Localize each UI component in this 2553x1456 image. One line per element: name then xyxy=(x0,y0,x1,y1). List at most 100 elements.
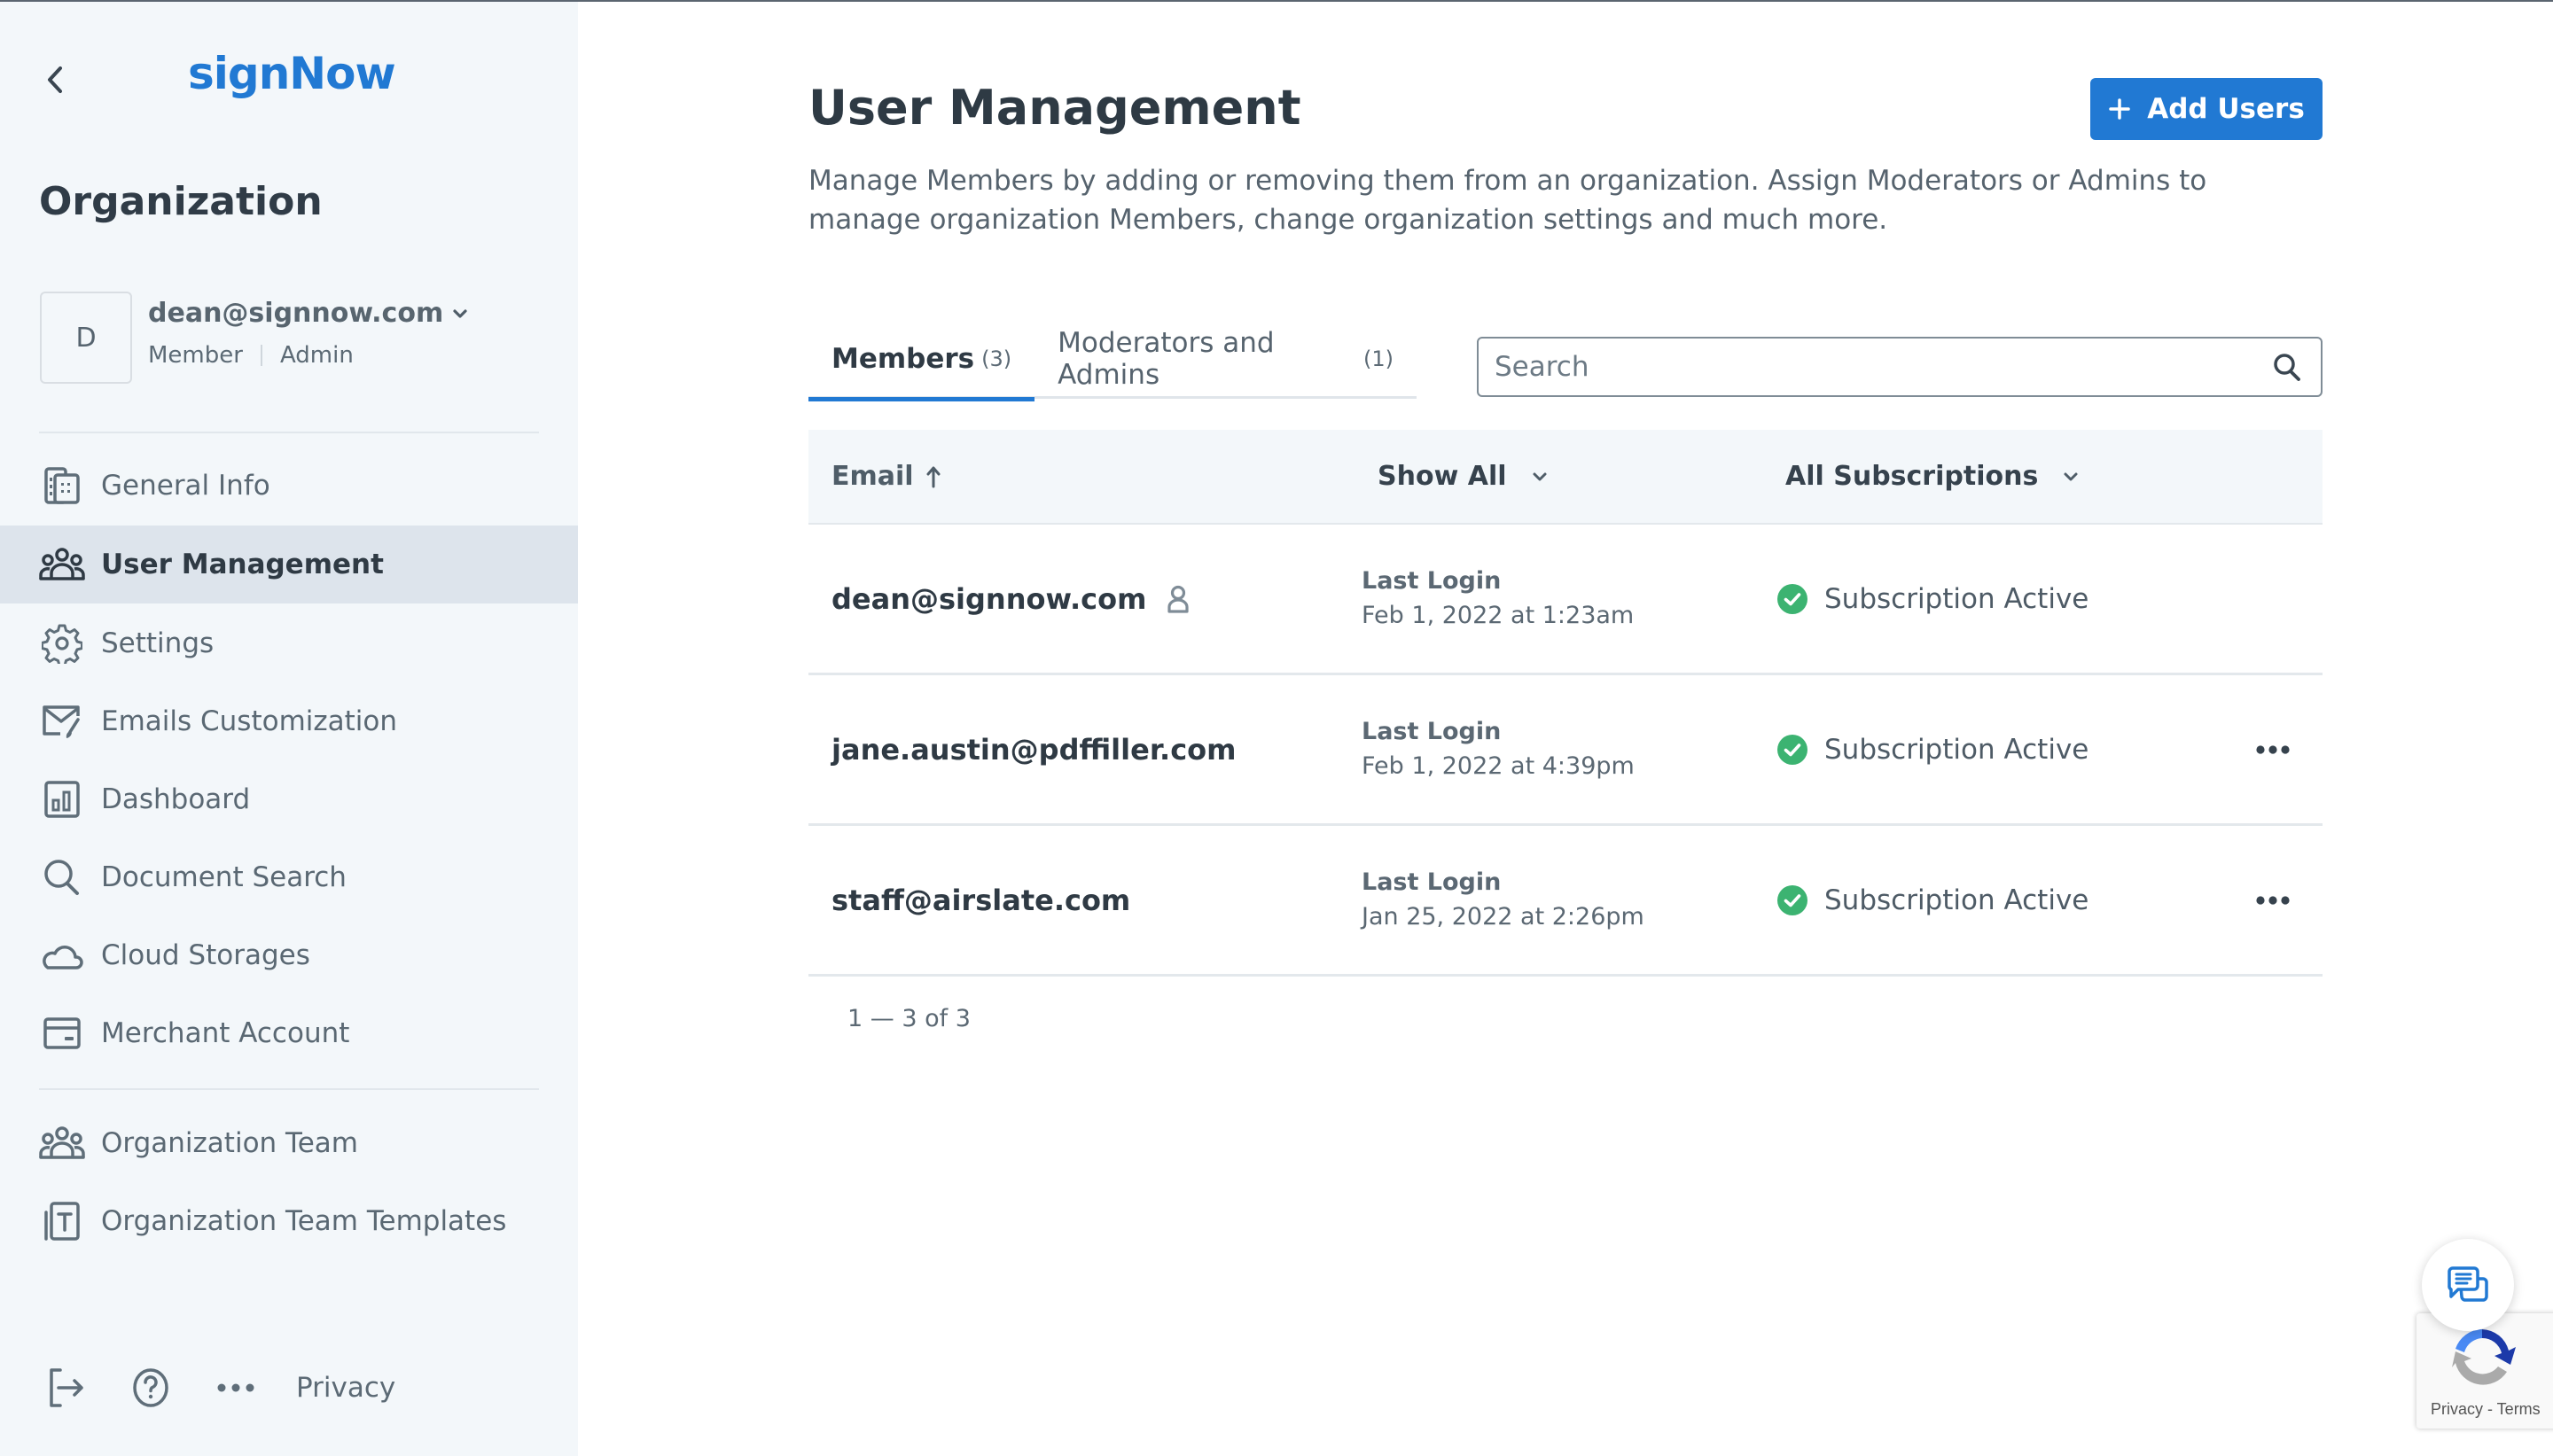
tab-count: (3) xyxy=(981,346,1012,371)
table-header: Email Show All All Subscriptions xyxy=(808,430,2323,525)
avatar: D xyxy=(40,292,132,384)
sidebar-item-dashboard[interactable]: Dashboard xyxy=(0,760,578,838)
sort-email-header[interactable]: Email xyxy=(831,430,942,523)
logout-button[interactable] xyxy=(39,1361,92,1414)
sidebar-item-label: Cloud Storages xyxy=(101,939,310,971)
last-login-date: Jan 25, 2022 at 2:26pm xyxy=(1362,903,1644,930)
tab-members[interactable]: Members (3) xyxy=(808,319,1035,401)
table-row: staff@airslate.com Last Login Jan 25, 20… xyxy=(808,826,2323,977)
arrow-up-icon xyxy=(926,466,941,487)
subscription-status: Subscription Active xyxy=(1776,525,2088,673)
last-login: Last Login Jan 25, 2022 at 2:26pm xyxy=(1362,868,1644,930)
search-box xyxy=(1477,337,2323,397)
chevron-down-icon xyxy=(453,308,467,318)
sidebar-item-organization-team-templates[interactable]: Organization Team Templates xyxy=(0,1182,578,1260)
account-email: dean@signnow.com xyxy=(148,298,444,329)
page-title: User Management xyxy=(808,80,1301,136)
sidebar-item-label: Organization Team xyxy=(101,1127,358,1159)
role-member: Member xyxy=(148,342,243,369)
sidebar-item-label: Merchant Account xyxy=(101,1017,350,1049)
sidebar-item-merchant-account[interactable]: Merchant Account xyxy=(0,994,578,1072)
more-options-button[interactable] xyxy=(209,1361,262,1414)
sidebar-item-label: Dashboard xyxy=(101,783,251,815)
tab-moderators-and-admins[interactable]: Moderators and Admins (1) xyxy=(1034,319,1417,399)
role-separator xyxy=(260,345,262,366)
template-icon xyxy=(39,1198,85,1244)
check-circle-icon xyxy=(1777,884,1807,915)
chevron-left-icon xyxy=(48,66,62,93)
status-text: Subscription Active xyxy=(1824,733,2089,766)
last-login-label: Last Login xyxy=(1362,567,1502,595)
chat-icon xyxy=(2448,1266,2488,1302)
plus-icon xyxy=(2109,98,2130,120)
sidebar-divider xyxy=(39,1088,539,1090)
sidebar-item-label: Organization Team Templates xyxy=(101,1205,507,1237)
credit-card-icon xyxy=(39,1010,85,1056)
sidebar-heading: Organization xyxy=(39,179,323,224)
account-roles: Member Admin xyxy=(148,342,354,369)
sidebar-footer: Privacy xyxy=(39,1361,395,1414)
current-user-icon xyxy=(1167,585,1190,613)
chevron-down-icon xyxy=(1533,472,1547,480)
add-users-button[interactable]: Add Users xyxy=(2090,78,2323,140)
sidebar-item-emails-customization[interactable]: Emails Customization xyxy=(0,682,578,760)
recaptcha-logo-icon xyxy=(2452,1329,2516,1385)
last-login-date: Feb 1, 2022 at 4:39pm xyxy=(1362,752,1635,780)
search-icon xyxy=(2274,354,2300,381)
privacy-link[interactable]: Privacy xyxy=(296,1372,395,1404)
help-button[interactable] xyxy=(124,1361,177,1414)
envelope-brush-icon xyxy=(39,698,85,744)
bar-chart-icon xyxy=(39,776,85,822)
row-actions-button[interactable] xyxy=(2246,884,2299,916)
sidebar-item-organization-team[interactable]: Organization Team xyxy=(0,1104,578,1182)
sidebar-item-general-info[interactable]: General Info xyxy=(0,447,578,525)
subscriptions-label: All Subscriptions xyxy=(1785,461,2039,492)
tab-label: Members xyxy=(831,343,975,375)
search-icon xyxy=(39,854,85,900)
team-icon xyxy=(39,1120,85,1166)
signnow-logo[interactable]: signNow xyxy=(188,48,396,99)
status-text: Subscription Active xyxy=(1824,582,2089,615)
tab-count: (1) xyxy=(1363,346,1394,371)
subscriptions-filter[interactable]: All Subscriptions xyxy=(1785,430,2079,523)
more-horizontal-icon xyxy=(2256,896,2290,905)
chat-support-button[interactable] xyxy=(2422,1239,2514,1331)
column-email-label: Email xyxy=(831,461,914,492)
recaptcha-privacy-terms-link[interactable]: Privacy - Terms xyxy=(2431,1400,2541,1419)
check-circle-icon xyxy=(1777,583,1807,614)
role-admin: Admin xyxy=(279,342,354,369)
help-icon xyxy=(133,1368,168,1407)
users-icon xyxy=(39,541,85,588)
last-login-label: Last Login xyxy=(1362,868,1502,896)
table-row: dean@signnow.com Last Login Feb 1, 2022 … xyxy=(808,525,2323,675)
avatar-initial: D xyxy=(75,322,97,354)
add-users-label: Add Users xyxy=(2147,93,2305,125)
sidebar: signNow Organization D dean@signnow.com … xyxy=(0,2,578,1456)
show-all-filter[interactable]: Show All xyxy=(1378,430,1548,523)
search-input[interactable] xyxy=(1495,351,2269,383)
member-email: dean@signnow.com xyxy=(831,581,1147,616)
account-switcher[interactable]: dean@signnow.com xyxy=(148,298,468,329)
cloud-icon xyxy=(39,932,85,978)
tab-bar: Members (3) Moderators and Admins (1) xyxy=(808,319,1417,401)
sidebar-item-cloud-storages[interactable]: Cloud Storages xyxy=(0,916,578,994)
sidebar-divider xyxy=(39,432,539,433)
row-actions-button[interactable] xyxy=(2246,734,2299,766)
sidebar-item-label: Emails Customization xyxy=(101,705,398,737)
sidebar-item-settings[interactable]: Settings xyxy=(0,604,578,682)
last-login-date: Feb 1, 2022 at 1:23am xyxy=(1362,602,1635,629)
sidebar-item-user-management[interactable]: User Management xyxy=(0,526,578,603)
sidebar-item-label: Settings xyxy=(101,627,215,659)
show-all-label: Show All xyxy=(1378,461,1507,492)
page-description: Manage Members by adding or removing the… xyxy=(808,165,2207,236)
subscription-status: Subscription Active xyxy=(1776,826,2088,974)
back-button[interactable] xyxy=(39,62,71,97)
search-button[interactable] xyxy=(2269,349,2305,385)
sidebar-item-document-search[interactable]: Document Search xyxy=(0,838,578,916)
more-horizontal-icon xyxy=(217,1383,254,1392)
table-row: jane.austin@pdffiller.com Last Login Feb… xyxy=(808,675,2323,826)
sidebar-item-label: User Management xyxy=(101,549,384,580)
subscription-status: Subscription Active xyxy=(1776,675,2088,823)
recaptcha-badge: Privacy - Terms xyxy=(2416,1313,2553,1429)
status-text: Subscription Active xyxy=(1824,884,2089,916)
